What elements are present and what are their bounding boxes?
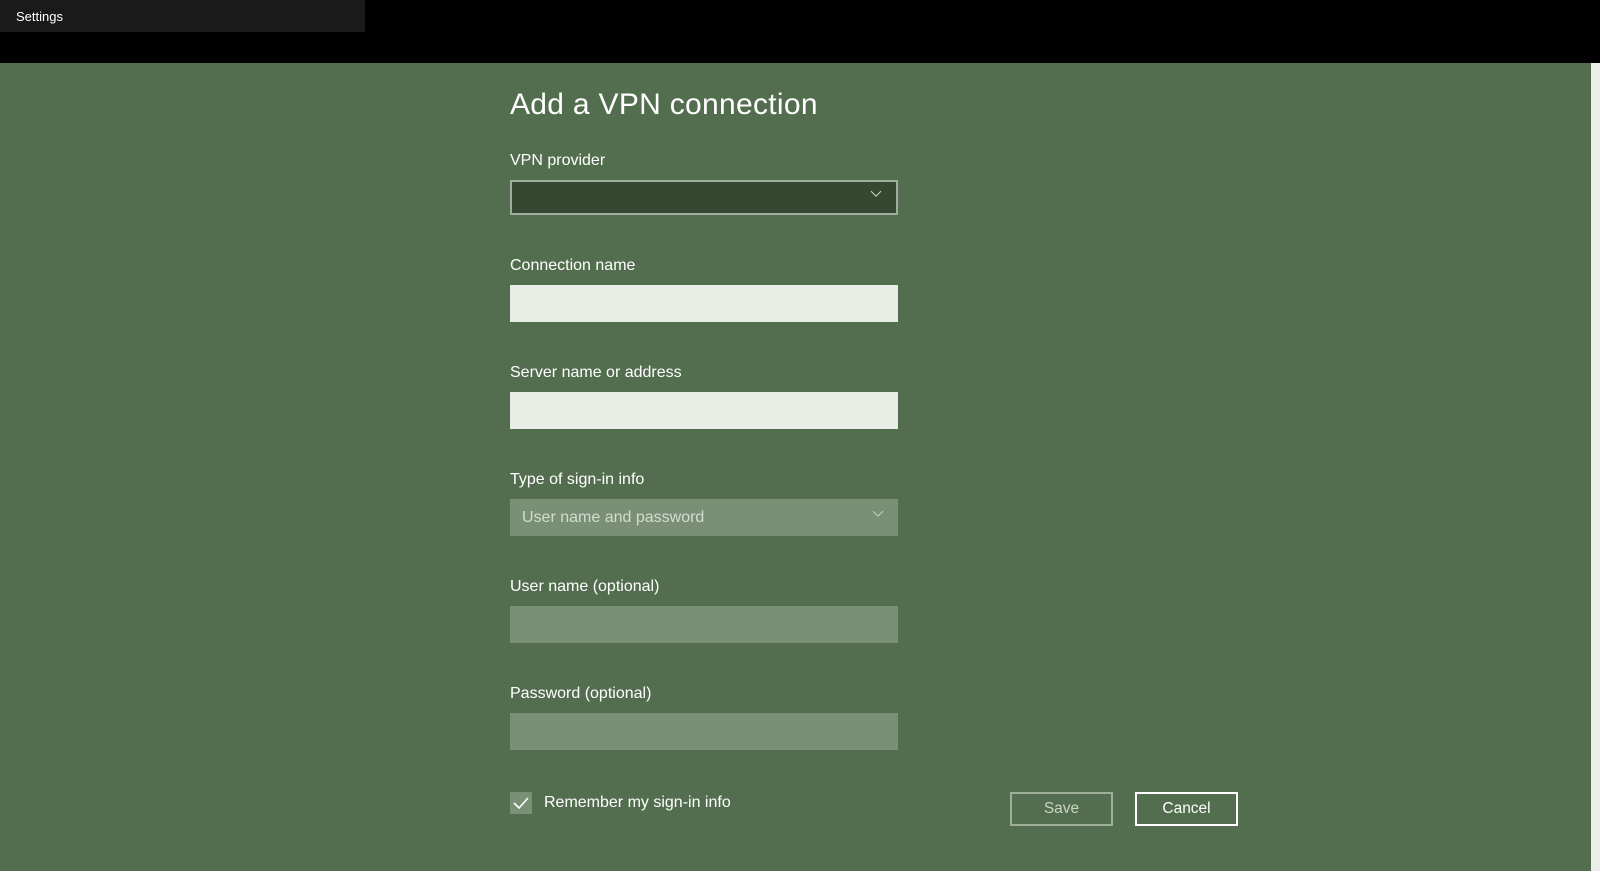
server-name-field: Server name or address: [510, 364, 1210, 429]
password-field: Password (optional): [510, 685, 1210, 750]
server-name-label: Server name or address: [510, 364, 1210, 382]
save-button-label: Save: [1044, 800, 1079, 818]
username-input[interactable]: [510, 606, 898, 643]
password-label: Password (optional): [510, 685, 1210, 703]
server-name-input[interactable]: [510, 392, 898, 429]
connection-name-label: Connection name: [510, 257, 1210, 275]
window-title: Settings: [16, 9, 63, 24]
cancel-button[interactable]: Cancel: [1135, 792, 1238, 826]
signin-type-dropdown[interactable]: User name and password: [510, 499, 898, 536]
cancel-button-label: Cancel: [1162, 800, 1210, 818]
check-icon: [513, 797, 529, 810]
page-title: Add a VPN connection: [510, 88, 1210, 122]
signin-type-label: Type of sign-in info: [510, 471, 1210, 489]
right-edge-strip: [1591, 63, 1600, 871]
username-field: User name (optional): [510, 578, 1210, 643]
signin-type-field: Type of sign-in info User name and passw…: [510, 471, 1210, 536]
vpn-provider-field: VPN provider: [510, 152, 1210, 215]
window-titlebar: Settings: [0, 0, 365, 32]
form-content: Add a VPN connection VPN provider Connec…: [510, 88, 1210, 814]
connection-name-field: Connection name: [510, 257, 1210, 322]
chevron-down-icon: [872, 507, 884, 525]
password-input[interactable]: [510, 713, 898, 750]
signin-type-value: User name and password: [522, 509, 704, 527]
vpn-provider-dropdown[interactable]: [510, 180, 898, 215]
button-row: Save Cancel: [1010, 792, 1238, 826]
remember-signin-label: Remember my sign-in info: [544, 794, 731, 812]
vpn-provider-label: VPN provider: [510, 152, 1210, 170]
top-strip: [365, 0, 1600, 63]
save-button[interactable]: Save: [1010, 792, 1113, 826]
username-label: User name (optional): [510, 578, 1210, 596]
chevron-down-icon: [870, 187, 882, 205]
top-strip-under: [0, 32, 365, 63]
remember-signin-checkbox[interactable]: [510, 792, 532, 814]
connection-name-input[interactable]: [510, 285, 898, 322]
